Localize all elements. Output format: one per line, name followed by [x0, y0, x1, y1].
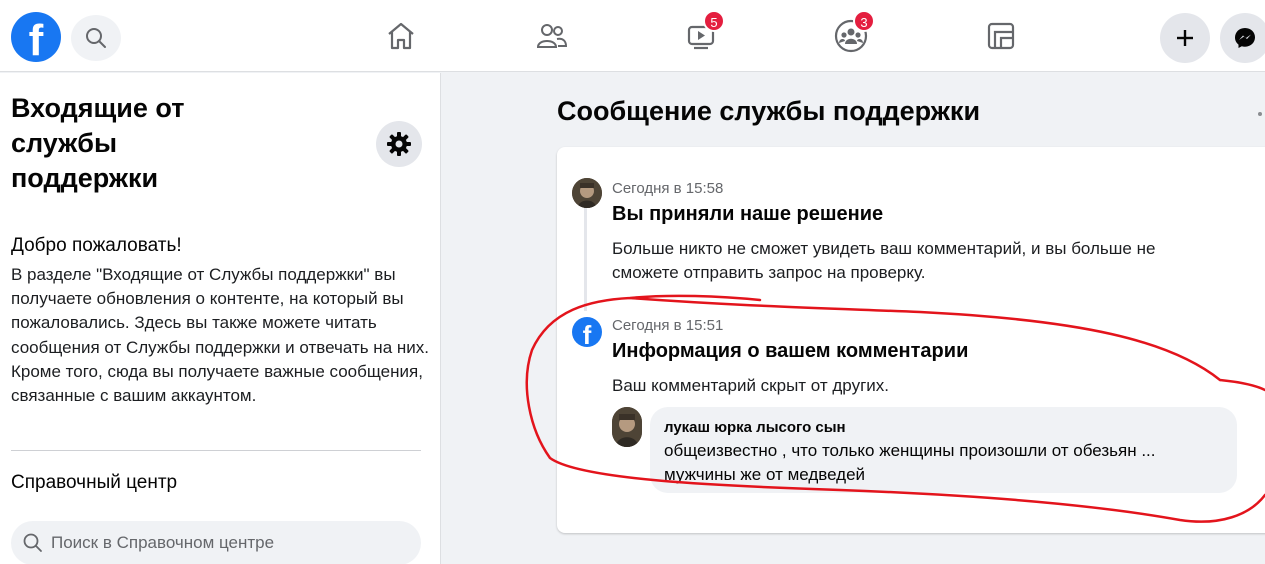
- home-icon: [388, 22, 414, 50]
- gaming-icon: [987, 22, 1015, 50]
- messenger-icon: [1235, 28, 1255, 48]
- settings-button[interactable]: [376, 121, 422, 167]
- support-inbox-sidebar: Входящие от службы поддержки Добро пожал…: [0, 73, 441, 564]
- help-center-heading: Справочный центр: [11, 472, 178, 493]
- user-photo-icon: [612, 407, 642, 447]
- comment-text: общеизвестно , что только женщины произо…: [664, 441, 1156, 484]
- message-timestamp: Сегодня в 15:51: [612, 317, 724, 334]
- groups-notification-badge: 3: [853, 10, 875, 32]
- nav-home[interactable]: [381, 16, 421, 56]
- message-title: Информация о вашем комментарии: [612, 340, 969, 362]
- message-body: Больше никто не сможет увидеть ваш комме…: [612, 239, 1156, 282]
- comment-author-avatar[interactable]: [612, 407, 642, 447]
- plus-icon: [1177, 30, 1193, 46]
- facebook-avatar-icon: f: [572, 317, 602, 347]
- welcome-description: В разделе "Входящие от Службы поддержки"…: [11, 265, 429, 406]
- nav-groups[interactable]: 3: [831, 10, 875, 56]
- support-message-card: Сегодня в 15:58 Вы приняли наше решение …: [557, 147, 1265, 533]
- user-avatar[interactable]: [572, 178, 602, 208]
- nav-gaming[interactable]: [981, 16, 1021, 56]
- search-icon: [23, 533, 42, 552]
- more-options-icon[interactable]: [1258, 112, 1262, 116]
- user-photo-icon: [572, 178, 602, 208]
- page-title: Сообщение службы поддержки: [557, 96, 981, 126]
- welcome-heading: Добро пожаловать!: [11, 235, 182, 256]
- nav-watch[interactable]: 5: [681, 10, 725, 56]
- message-timestamp: Сегодня в 15:58: [612, 180, 724, 197]
- message-body: Ваш комментарий скрыт от других.: [612, 376, 889, 395]
- friends-icon: [536, 24, 568, 48]
- gear-icon: [387, 132, 411, 156]
- top-navigation-bar: f 5 3: [0, 0, 1265, 72]
- reported-comment: лукаш юрка лысого сын общеизвестно , что…: [650, 407, 1237, 493]
- facebook-logo-letter: f: [28, 16, 44, 62]
- thread-connector: [584, 207, 587, 311]
- search-icon: [86, 28, 106, 48]
- watch-notification-badge: 5: [703, 10, 725, 32]
- sidebar-divider: [11, 450, 421, 451]
- create-button[interactable]: [1160, 13, 1210, 63]
- nav-friends[interactable]: [532, 16, 572, 56]
- comment-author[interactable]: лукаш юрка лысого сын: [664, 419, 1223, 437]
- search-button[interactable]: [71, 15, 121, 61]
- help-center-search-input[interactable]: [51, 533, 391, 553]
- help-center-search[interactable]: [11, 521, 421, 564]
- facebook-logo[interactable]: f: [11, 12, 61, 62]
- messenger-button[interactable]: [1220, 13, 1265, 63]
- message-title: Вы приняли наше решение: [612, 203, 884, 225]
- sidebar-title: Входящие от службы поддержки: [11, 93, 185, 193]
